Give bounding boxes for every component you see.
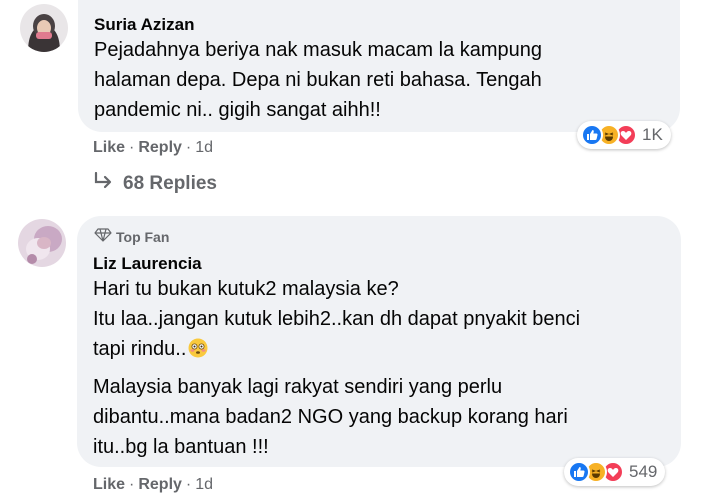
view-replies-button[interactable]: 68 Replies bbox=[93, 171, 217, 196]
comment-paragraph-1: Hari tu bukan kutuk2 malaysia ke? Itu la… bbox=[93, 274, 580, 364]
avatar-liz-laurencia[interactable] bbox=[18, 219, 66, 267]
comment-text-line: tapi rindu.. bbox=[93, 334, 580, 364]
top-fan-label: Top Fan bbox=[116, 228, 170, 245]
comment-paragraph-2: Malaysia banyak lagi rakyat sendiri yang… bbox=[93, 372, 568, 462]
comment-text-fragment: tapi rindu.. bbox=[93, 338, 187, 360]
comment-actions: Like · Reply · 1d bbox=[93, 139, 213, 157]
separator: · bbox=[185, 139, 192, 156]
like-button[interactable]: Like bbox=[93, 139, 125, 157]
separator: · bbox=[129, 139, 135, 156]
like-icon bbox=[581, 124, 603, 146]
diamond-icon bbox=[94, 228, 112, 245]
separator: · bbox=[185, 476, 192, 493]
comment-author[interactable]: Liz Laurencia bbox=[93, 254, 202, 274]
comment-actions: Like · Reply · 1d bbox=[93, 476, 213, 494]
flushed-face-emoji bbox=[188, 337, 208, 358]
like-icon bbox=[568, 461, 590, 483]
top-fan-badge: Top Fan bbox=[94, 228, 169, 245]
comment-text-line: Malaysia banyak lagi rakyat sendiri yang… bbox=[93, 376, 503, 398]
comment-author[interactable]: Suria Azizan bbox=[94, 15, 194, 35]
reply-button[interactable]: Reply bbox=[138, 139, 182, 157]
comment-text-line: dibantu..mana badan2 NGO yang backup kor… bbox=[93, 406, 568, 428]
comment-text-line: Pejadahnya beriya nak masuk macam la kam… bbox=[94, 39, 543, 61]
comment-text-line: halaman depa. Depa ni bukan reti bahasa.… bbox=[94, 69, 542, 91]
comment-text-line: itu..bg la bantuan !!! bbox=[93, 436, 269, 458]
reaction-summary[interactable]: 549 bbox=[564, 458, 666, 486]
avatar-suria-azizan[interactable] bbox=[20, 4, 68, 52]
reply-button[interactable]: Reply bbox=[138, 476, 182, 494]
replies-label: 68 Replies bbox=[123, 173, 217, 194]
separator: · bbox=[129, 476, 135, 493]
comment-text-line: Hari tu bukan kutuk2 malaysia ke? bbox=[93, 278, 399, 300]
reaction-summary[interactable]: 1K bbox=[577, 121, 671, 149]
comment-text-line: pandemic ni.. gigih sangat aihh!! bbox=[94, 99, 381, 121]
reaction-count: 1K bbox=[642, 125, 663, 144]
like-button[interactable]: Like bbox=[93, 476, 125, 494]
timestamp[interactable]: 1d bbox=[195, 139, 213, 157]
comment-text: Pejadahnya beriya nak masuk macam la kam… bbox=[94, 35, 542, 125]
comment-bubble-liz: Top Fan Liz Laurencia Hari tu bukan kutu… bbox=[77, 216, 681, 467]
reply-arrow-icon bbox=[93, 171, 113, 196]
comment-text-line: Itu laa..jangan kutuk lebih2..kan dh dap… bbox=[93, 308, 581, 330]
reaction-count: 549 bbox=[629, 462, 658, 481]
timestamp[interactable]: 1d bbox=[195, 476, 213, 494]
comment-bubble-suria: Suria Azizan Pejadahnya beriya nak masuk… bbox=[78, 0, 680, 132]
